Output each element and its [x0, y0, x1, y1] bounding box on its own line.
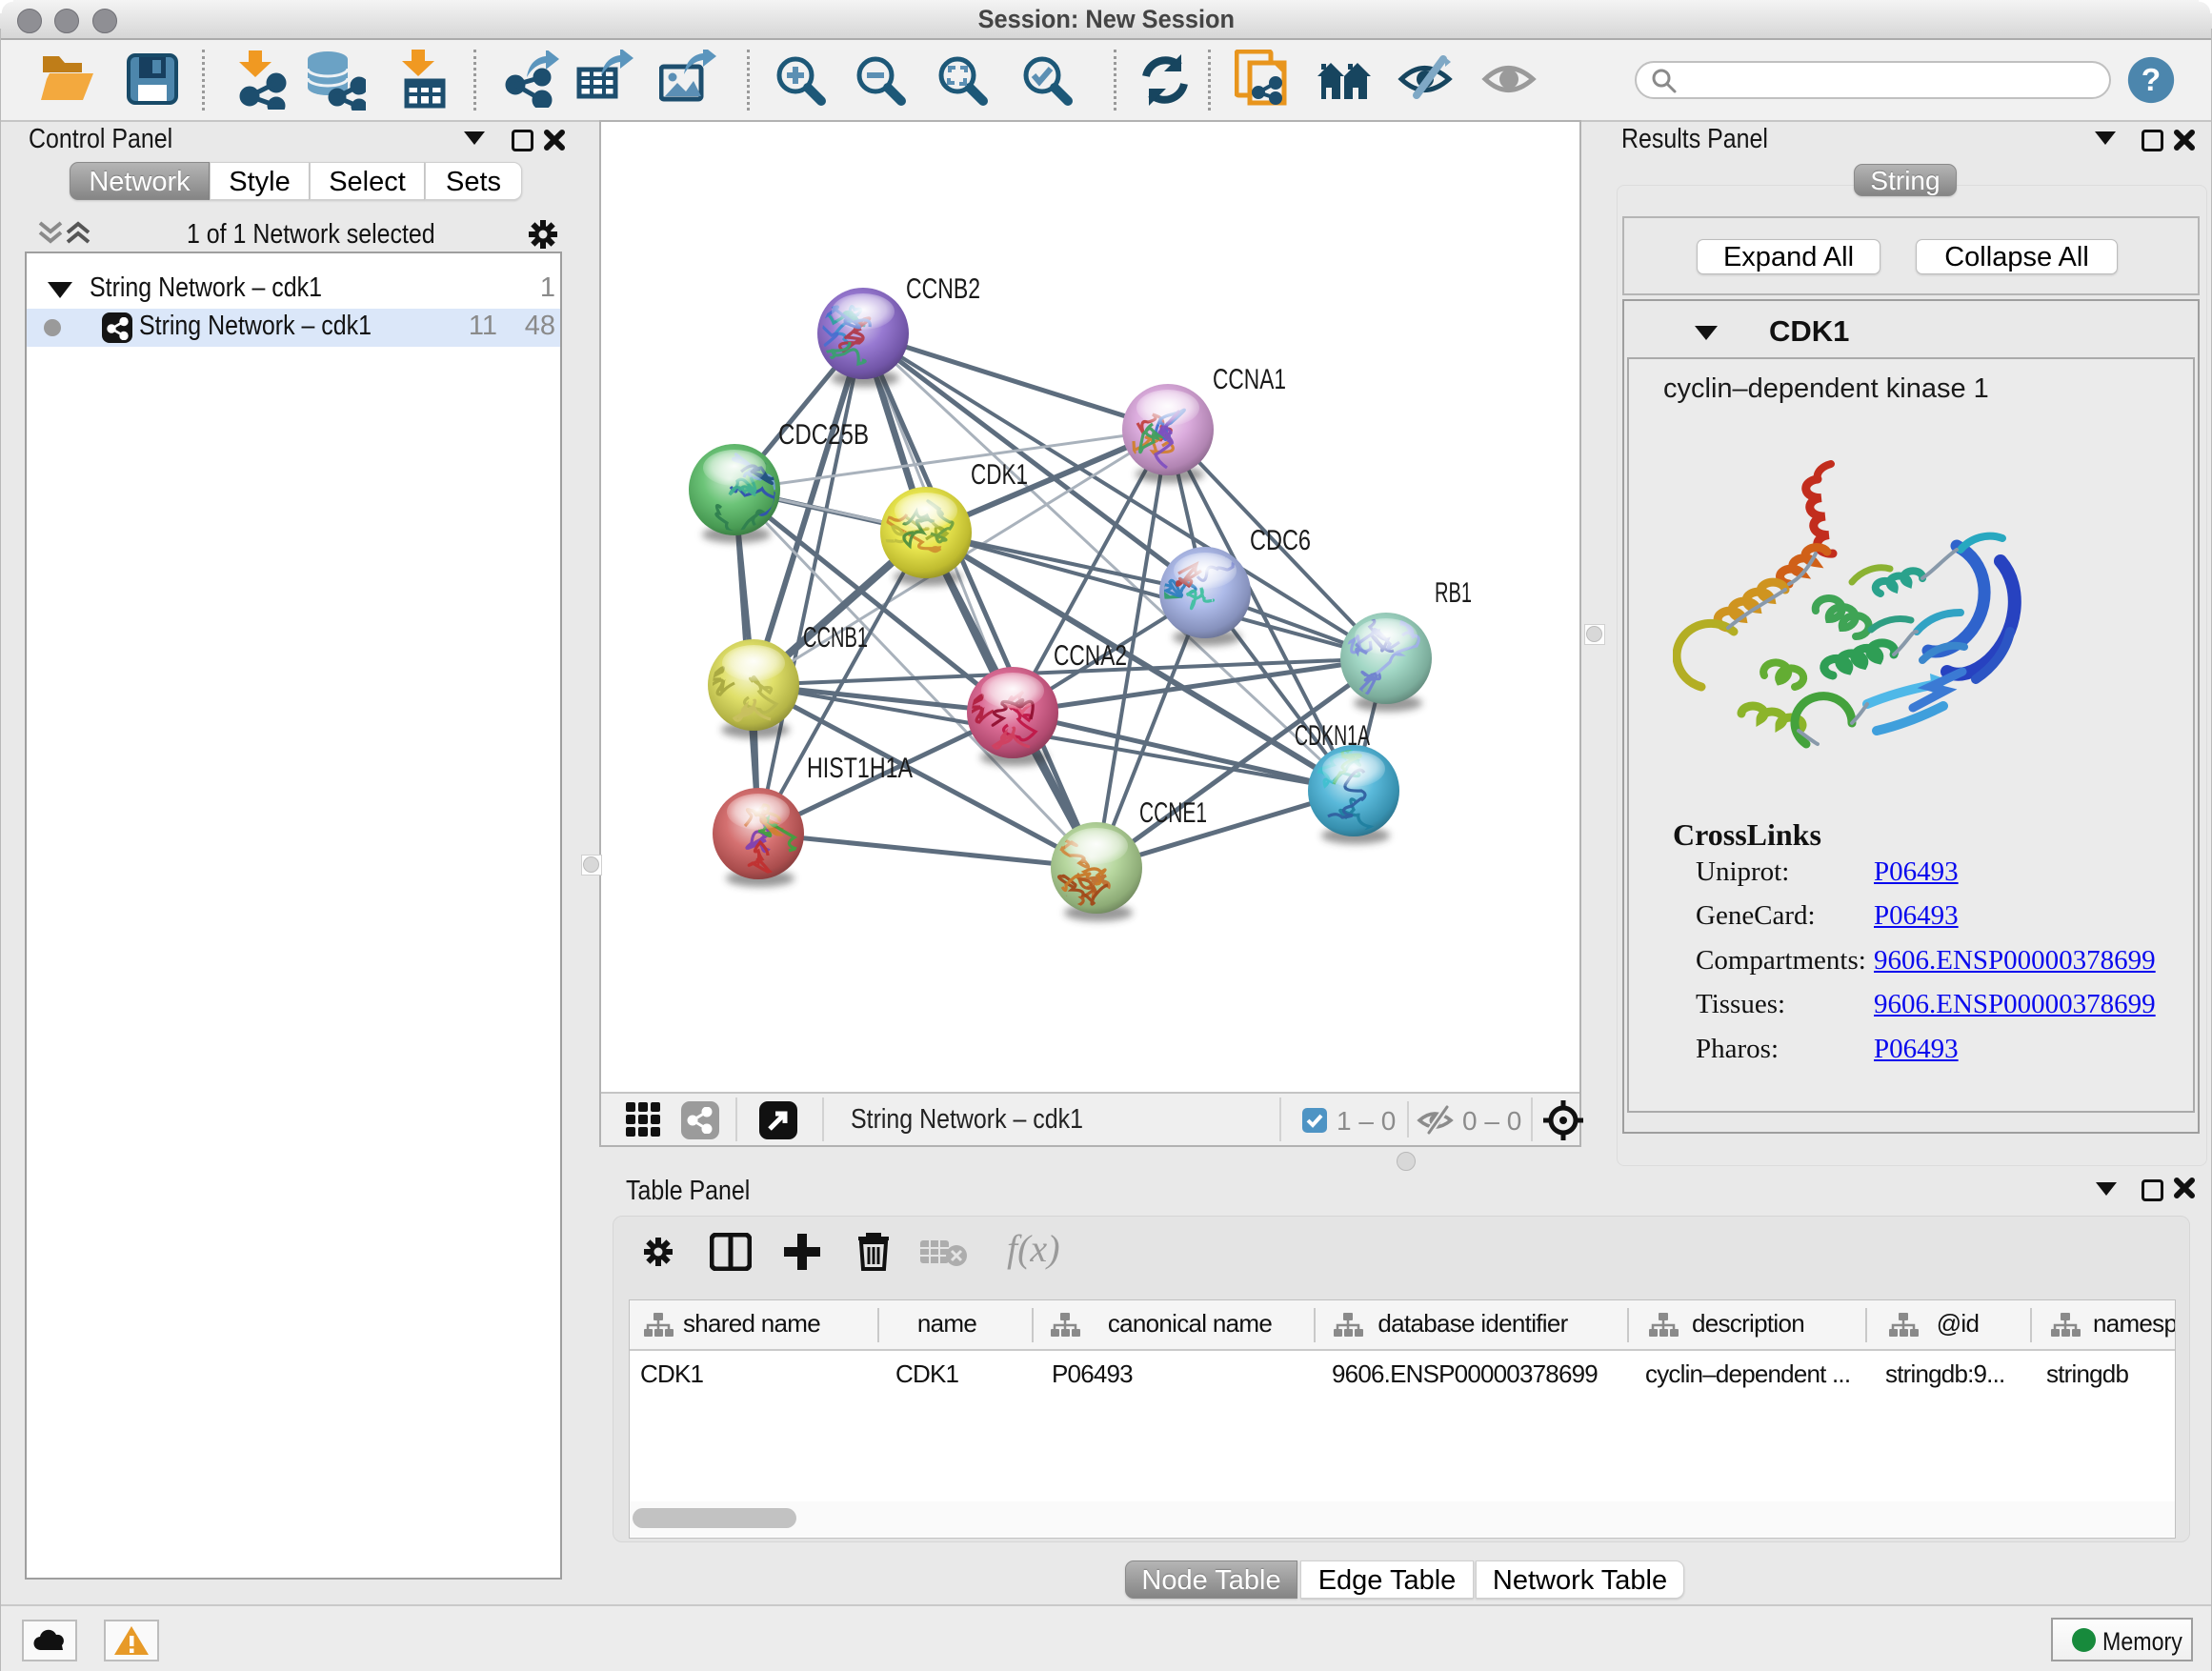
- svg-text:CDKN1A: CDKN1A: [1295, 720, 1370, 752]
- svg-text:CCNB1: CCNB1: [803, 622, 868, 654]
- svg-text:CDC25B: CDC25B: [778, 419, 869, 451]
- svg-text:CDK1: CDK1: [971, 459, 1028, 491]
- svg-text:CCNA1: CCNA1: [1213, 364, 1286, 395]
- svg-text:CCNE1: CCNE1: [1139, 797, 1207, 829]
- svg-text:CCNA2: CCNA2: [1054, 640, 1127, 672]
- svg-text:RB1: RB1: [1435, 577, 1472, 609]
- svg-text:CDC6: CDC6: [1250, 525, 1311, 556]
- svg-text:?: ?: [2142, 63, 2161, 98]
- svg-text:HIST1H1A: HIST1H1A: [807, 753, 913, 784]
- svg-text:CCNB2: CCNB2: [906, 273, 980, 305]
